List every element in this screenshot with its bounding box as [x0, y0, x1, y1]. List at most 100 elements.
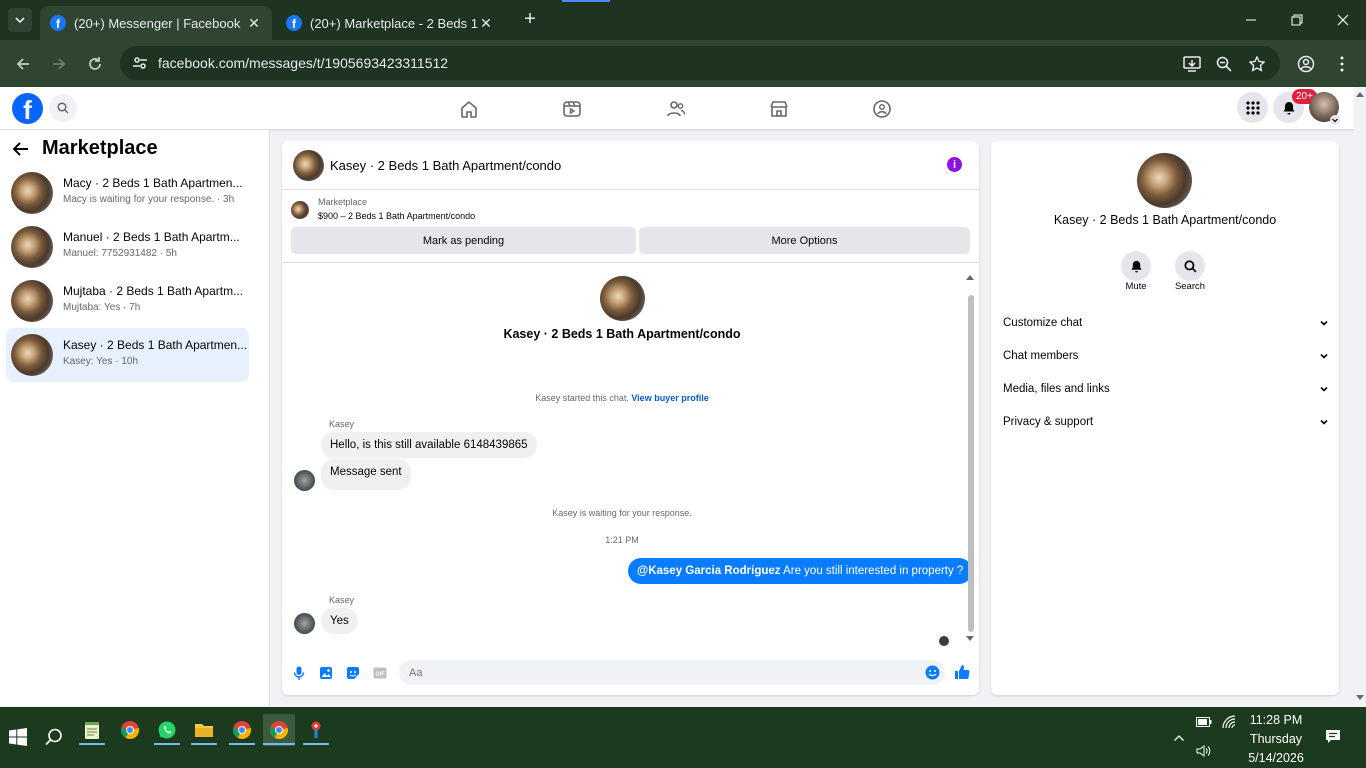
nav-groups[interactable] — [868, 95, 896, 123]
file-explorer-app[interactable] — [191, 717, 217, 743]
scrollbar-arrows[interactable] — [1354, 87, 1366, 706]
message-bubble-incoming[interactable]: Message sent — [321, 459, 411, 490]
image-icon — [319, 666, 332, 679]
battery-icon[interactable] — [1196, 716, 1212, 728]
profile-button[interactable] — [1292, 50, 1320, 78]
browser-menu-button[interactable] — [1328, 50, 1356, 78]
search-taskbar-button[interactable] — [41, 724, 67, 750]
facebook-favicon-icon: f — [286, 15, 302, 31]
wifi-icon[interactable] — [1222, 715, 1236, 729]
listing-price[interactable]: $900 – 2 Beds 1 Bath Apartment/condo — [318, 211, 475, 221]
back-arrow-icon[interactable] — [12, 140, 30, 158]
chat-members-section[interactable]: Chat members — [1003, 346, 1329, 366]
whatsapp-app[interactable] — [154, 717, 180, 743]
nav-friends[interactable] — [662, 95, 690, 123]
message-input-box[interactable] — [399, 660, 945, 685]
app-running-indicator — [303, 743, 329, 745]
chrome-app[interactable] — [117, 717, 143, 743]
clock-date: 5/14/2026 — [1248, 751, 1304, 765]
chrome-icon — [120, 721, 140, 740]
close-window-button[interactable] — [1320, 0, 1366, 40]
message-bubble-outgoing[interactable]: @Kasey Garcia Rodriguez Are you still in… — [628, 558, 973, 584]
search-button[interactable] — [49, 94, 77, 122]
emoji-icon[interactable] — [925, 665, 940, 680]
zoom-button[interactable] — [1210, 50, 1238, 78]
chat-title[interactable]: Kasey · 2 Beds 1 Bath Apartment/condo — [330, 158, 561, 173]
more-options-button[interactable]: More Options — [639, 227, 970, 254]
message-thread[interactable]: Kasey · 2 Beds 1 Bath Apartment/condo Ka… — [282, 263, 979, 648]
conversation-item-selected[interactable]: Kasey · 2 Beds 1 Bath Apartmen... Kasey:… — [6, 328, 249, 382]
sticker-button[interactable] — [345, 665, 360, 680]
url-text[interactable]: facebook.com/messages/t/1905693423311512 — [158, 55, 448, 71]
forward-button[interactable] — [45, 50, 73, 78]
grid-menu-icon — [1245, 100, 1260, 115]
info-icon[interactable]: i — [947, 157, 962, 172]
address-bar[interactable]: facebook.com/messages/t/1905693423311512 — [120, 46, 1280, 80]
nav-video[interactable] — [558, 95, 586, 123]
system-clock[interactable]: 11:28 PM Thursday 5/14/2026 — [1236, 711, 1316, 768]
conversation-item[interactable]: Manuel · 2 Beds 1 Bath Apartm... Manuel:… — [6, 220, 249, 274]
message-bubble-incoming[interactable]: Yes — [321, 608, 358, 634]
section-label: Customize chat — [1003, 317, 1083, 329]
chrome-active-app[interactable] — [263, 714, 295, 746]
page-scrollbar[interactable] — [1354, 87, 1366, 706]
customize-chat-section[interactable]: Customize chat — [1003, 313, 1329, 333]
scrollbar-thumb[interactable] — [968, 295, 974, 632]
view-buyer-profile-link[interactable]: View buyer profile — [631, 393, 708, 403]
conversation-item[interactable]: Macy · 2 Beds 1 Bath Apartmen... Macy is… — [6, 166, 249, 220]
message-bubble-incoming[interactable]: Hello, is this still available 614843986… — [321, 432, 537, 458]
app-running-indicator — [191, 743, 217, 745]
search-in-chat-button[interactable] — [1175, 251, 1205, 281]
mark-as-pending-button[interactable]: Mark as pending — [291, 227, 636, 254]
menu-button[interactable] — [1237, 92, 1268, 123]
sticker-icon — [346, 666, 359, 679]
listing-thumbnail — [11, 280, 53, 322]
message-input[interactable] — [409, 660, 909, 685]
notification-center-icon[interactable] — [1325, 729, 1341, 745]
chrome-profile-app[interactable] — [229, 717, 255, 743]
restore-button[interactable] — [1274, 0, 1320, 40]
reload-button[interactable] — [81, 50, 109, 78]
friends-icon — [667, 101, 686, 117]
tab-messenger[interactable]: f (20+) Messenger | Facebook ✕ — [40, 6, 272, 40]
bookmark-button[interactable] — [1243, 50, 1271, 78]
thumbs-up-icon[interactable] — [954, 664, 970, 680]
mention[interactable]: @Kasey Garcia Rodriguez — [637, 565, 781, 577]
back-button[interactable] — [9, 50, 37, 78]
privacy-support-section[interactable]: Privacy & support — [1003, 412, 1329, 432]
attach-photo-button[interactable] — [318, 665, 333, 680]
chat-avatar[interactable] — [293, 150, 324, 181]
account-icon — [1297, 55, 1315, 73]
minimize-button[interactable] — [1228, 0, 1274, 40]
close-icon[interactable]: ✕ — [478, 15, 494, 32]
whatsapp-icon — [158, 721, 176, 739]
browser-toolbar: facebook.com/messages/t/1905693423311512 — [0, 40, 1366, 87]
tab-marketplace[interactable]: f (20+) Marketplace - 2 Beds 1 Ba ✕ — [276, 6, 504, 40]
sender-name: Kasey — [329, 419, 355, 429]
conversation-preview: Kasey: Yes · 10h — [63, 356, 139, 367]
close-icon — [1337, 14, 1349, 26]
close-icon[interactable]: ✕ — [246, 15, 262, 32]
bell-icon — [1130, 260, 1142, 273]
nav-marketplace[interactable] — [765, 95, 793, 123]
mute-button[interactable] — [1121, 251, 1151, 281]
video-icon — [563, 101, 581, 117]
mute-label: Mute — [1125, 281, 1147, 292]
facebook-header: f 20+ — [0, 87, 1354, 130]
notepad-app[interactable] — [79, 717, 105, 743]
gif-button[interactable]: GIF — [372, 665, 387, 680]
nav-home[interactable] — [455, 95, 483, 123]
voice-clip-button[interactable] — [291, 665, 306, 680]
chevron-up-icon[interactable] — [1173, 732, 1185, 744]
pinned-app[interactable] — [303, 717, 329, 743]
chevron-down-icon — [1320, 386, 1328, 392]
conversation-item[interactable]: Mujtaba · 2 Beds 1 Bath Apartm... Mujtab… — [6, 274, 249, 328]
install-app-button[interactable] — [1178, 50, 1206, 78]
speaker-icon[interactable] — [1196, 744, 1212, 758]
start-button[interactable] — [5, 724, 31, 750]
new-tab-button[interactable]: + — [518, 8, 542, 32]
site-settings-icon[interactable] — [132, 55, 148, 71]
tab-search-button[interactable] — [8, 8, 32, 32]
media-files-links-section[interactable]: Media, files and links — [1003, 379, 1329, 399]
facebook-logo[interactable]: f — [12, 93, 43, 124]
